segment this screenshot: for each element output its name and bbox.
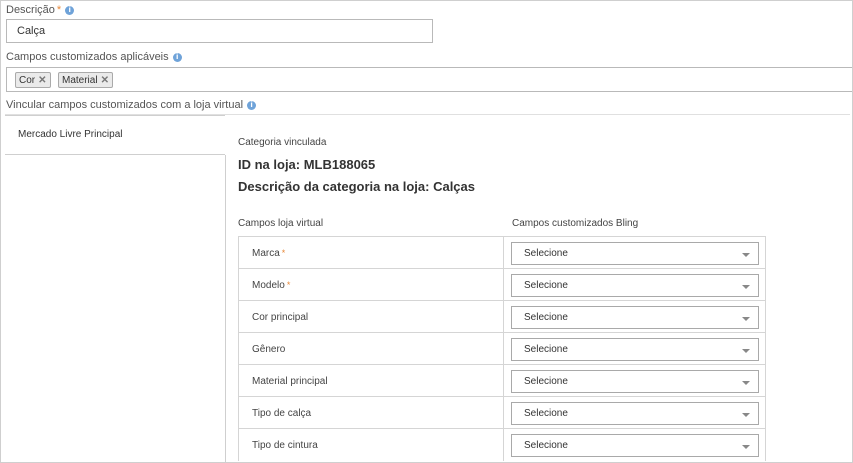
field-name-cell: Cor principal: [238, 301, 504, 333]
tag-label: Material: [62, 74, 98, 86]
select-cell: Selecione: [504, 269, 766, 301]
campos-label-text: Campos customizados aplicáveis: [6, 51, 169, 63]
select-cell: Selecione: [504, 333, 766, 365]
info-icon[interactable]: i: [247, 100, 257, 110]
vincular-label-text: Vincular campos customizados com a loja …: [6, 99, 244, 111]
chevron-down-icon: [742, 253, 750, 257]
select-cell: Selecione: [504, 301, 766, 333]
field-select[interactable]: Selecione: [511, 306, 759, 329]
field-name: Cor principal: [252, 311, 309, 323]
required-marker: *: [286, 280, 291, 290]
field-name-cell: Modelo *: [238, 269, 504, 301]
descricao-label-text: Descrição: [6, 4, 55, 16]
vincular-label: Vincular campos customizados com a loja …: [6, 99, 257, 111]
table-row: Gênero Selecione: [238, 332, 766, 365]
field-select[interactable]: Selecione: [511, 338, 759, 361]
field-name-cell: Gênero: [238, 333, 504, 365]
select-value: Selecione: [524, 376, 568, 387]
select-value: Selecione: [524, 280, 568, 291]
field-name: Tipo de cintura: [252, 439, 318, 451]
categoria-descricao: Descrição da categoria na loja: Calças: [238, 179, 475, 194]
table-row: Tipo de cintura Selecione: [238, 428, 766, 461]
tab-mercado-livre-principal[interactable]: Mercado Livre Principal: [5, 115, 225, 155]
chevron-down-icon: [742, 445, 750, 449]
field-name: Tipo de calça: [252, 407, 312, 419]
form-container: Descrição * i Calça Campos customizados …: [0, 0, 853, 463]
tag-material: Material ✕: [58, 72, 113, 88]
table-row: Modelo * Selecione: [238, 268, 766, 301]
select-value: Selecione: [524, 440, 568, 451]
table-row: Material principal Selecione: [238, 364, 766, 397]
campos-label: Campos customizados aplicáveis i: [6, 51, 182, 63]
descricao-label: Descrição * i: [6, 4, 75, 16]
field-name-cell: Marca *: [238, 237, 504, 269]
categoria-label: Categoria vinculada: [238, 137, 326, 148]
mapping-table: Marca * Selecione Modelo * Selecione Cor…: [238, 236, 766, 461]
col-header-campos-bling: Campos customizados Bling: [512, 218, 639, 229]
categoria-label-text: Categoria vinculada: [238, 137, 327, 148]
remove-tag-icon[interactable]: ✕: [101, 75, 109, 86]
campos-tags-input[interactable]: Cor ✕ Material ✕: [6, 67, 852, 92]
descricao-value: Calça: [17, 25, 46, 37]
field-select[interactable]: Selecione: [511, 242, 759, 265]
table-row: Tipo de calça Selecione: [238, 396, 766, 429]
field-name: Material principal: [252, 375, 328, 387]
descricao-input[interactable]: Calça: [6, 19, 433, 43]
select-cell: Selecione: [504, 397, 766, 429]
categoria-id: ID na loja: MLB188065: [238, 157, 376, 172]
divider: [225, 155, 226, 462]
chevron-down-icon: [742, 317, 750, 321]
table-row: Marca * Selecione: [238, 236, 766, 269]
field-name: Gênero: [252, 343, 286, 355]
select-value: Selecione: [524, 312, 568, 323]
info-icon[interactable]: i: [65, 5, 75, 15]
table-row: Cor principal Selecione: [238, 300, 766, 333]
field-select[interactable]: Selecione: [511, 402, 759, 425]
chevron-down-icon: [742, 413, 750, 417]
select-value: Selecione: [524, 344, 568, 355]
chevron-down-icon: [742, 349, 750, 353]
tag-cor: Cor ✕: [15, 72, 51, 88]
field-name-cell: Tipo de cintura: [238, 429, 504, 461]
field-name-cell: Tipo de calça: [238, 397, 504, 429]
field-select[interactable]: Selecione: [511, 274, 759, 297]
tag-label: Cor: [19, 74, 36, 86]
field-name: Modelo: [252, 279, 285, 291]
required-marker: *: [281, 248, 286, 258]
field-name: Marca: [252, 247, 280, 259]
chevron-down-icon: [742, 381, 750, 385]
select-cell: Selecione: [504, 365, 766, 397]
tab-label: Mercado Livre Principal: [18, 129, 123, 140]
select-value: Selecione: [524, 408, 568, 419]
info-icon[interactable]: i: [172, 52, 182, 62]
select-value: Selecione: [524, 248, 568, 259]
select-cell: Selecione: [504, 237, 766, 269]
required-marker: *: [56, 4, 62, 16]
select-cell: Selecione: [504, 429, 766, 461]
col-header-campos-loja: Campos loja virtual: [238, 218, 324, 229]
remove-tag-icon[interactable]: ✕: [38, 75, 46, 86]
field-name-cell: Material principal: [238, 365, 504, 397]
chevron-down-icon: [742, 285, 750, 289]
field-select[interactable]: Selecione: [511, 434, 759, 457]
field-select[interactable]: Selecione: [511, 370, 759, 393]
